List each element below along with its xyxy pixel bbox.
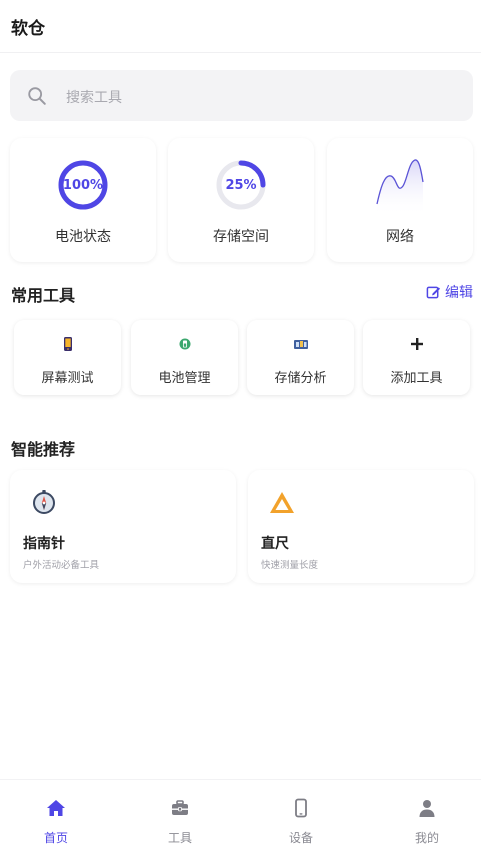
tab-label: 我的: [414, 831, 439, 845]
edit-label: 编辑: [445, 285, 473, 301]
app-title: 软仓: [11, 19, 45, 39]
search-placeholder: 搜索工具: [66, 90, 122, 106]
bottom-tab-bar: 首页 工具 设备 我的: [0, 779, 481, 846]
recommend-desc: 快速测量长度: [261, 560, 319, 571]
tool-label: 添加工具: [390, 371, 443, 386]
recommend-ruler-card[interactable]: 直尺 快速测量长度: [248, 470, 474, 583]
edit-button[interactable]: 编辑: [426, 282, 473, 302]
recommend-name: 直尺: [261, 536, 289, 552]
search-icon: [28, 87, 46, 105]
recommend-title: 智能推荐: [11, 440, 76, 459]
tab-label: 设备: [288, 831, 313, 845]
tool-label: 屏幕测试: [41, 371, 94, 386]
recommend-name: 指南针: [23, 536, 65, 552]
tool-label: 存储分析: [274, 371, 327, 386]
tool-screen-test[interactable]: 屏幕测试: [14, 320, 121, 395]
storage-space-label: 存储空间: [213, 229, 269, 245]
common-tools-title: 常用工具: [11, 286, 76, 305]
tab-tools[interactable]: 工具: [120, 780, 240, 846]
toolbox-icon: [172, 800, 188, 815]
tab-label: 工具: [167, 831, 192, 845]
tool-storage-analysis[interactable]: 存储分析: [247, 320, 354, 395]
battery-status-label: 电池状态: [55, 229, 111, 245]
tool-add[interactable]: 添加工具: [363, 320, 470, 395]
edit-icon: [426, 286, 441, 298]
tool-label: 电池管理: [158, 371, 211, 386]
device-icon: [295, 798, 307, 818]
battery-value: 100%: [62, 178, 104, 193]
tool-battery-manage[interactable]: 电池管理: [131, 320, 238, 395]
ruler-icon: [270, 492, 294, 513]
tab-mine[interactable]: 我的: [367, 780, 481, 846]
search-bar[interactable]: 搜索工具: [10, 70, 473, 121]
recommend-desc: 户外活动必备工具: [23, 560, 100, 571]
plus-icon: [410, 338, 423, 350]
tab-device[interactable]: 设备: [241, 780, 361, 846]
network-label: 网络: [386, 229, 414, 245]
phone-screen-icon: [63, 337, 72, 351]
compass-icon: [33, 490, 55, 514]
storage-icon: [293, 340, 308, 349]
recommend-compass-card[interactable]: 指南针 户外活动必备工具: [10, 470, 236, 583]
tab-home[interactable]: 首页: [0, 780, 116, 846]
home-icon: [47, 800, 65, 816]
battery-status-card[interactable]: 100% 电池状态: [10, 138, 156, 262]
storage-space-card[interactable]: 25% 存储空间: [168, 138, 314, 262]
network-wave-icon: [376, 159, 424, 216]
tab-label: 首页: [43, 831, 68, 845]
storage-value: 25%: [225, 178, 257, 193]
app-header: 软仓: [0, 0, 481, 53]
network-card[interactable]: 网络: [327, 138, 473, 262]
user-icon: [419, 800, 435, 817]
battery-icon: [179, 338, 190, 350]
